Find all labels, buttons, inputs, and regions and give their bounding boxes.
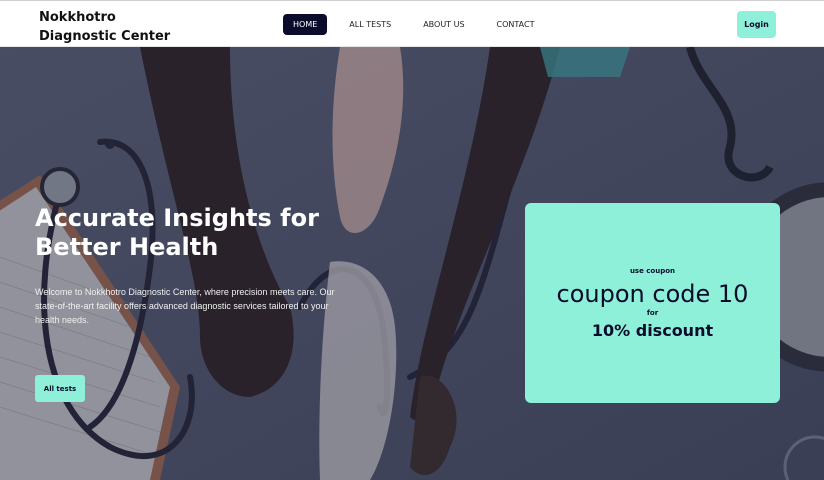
nav-about-us[interactable]: ABOUT US bbox=[413, 14, 474, 35]
hero-section: Accurate Insights for Better Health Welc… bbox=[0, 47, 824, 480]
navbar: Nokkhotro Diagnostic Center HOME ALL TES… bbox=[0, 0, 824, 47]
coupon-discount-text: 10% discount bbox=[591, 321, 714, 340]
brand-logo-text[interactable]: Nokkhotro Diagnostic Center bbox=[39, 8, 199, 46]
brand-line-1: Nokkhotro bbox=[39, 10, 116, 25]
login-button[interactable]: Login bbox=[737, 11, 776, 38]
all-tests-button[interactable]: All tests bbox=[35, 375, 85, 402]
coupon-for-label: for bbox=[646, 309, 659, 317]
nav-links: HOME ALL TESTS ABOUT US CONTACT bbox=[283, 14, 556, 35]
hero-title: Accurate Insights for Better Health bbox=[35, 204, 319, 261]
nav-all-tests[interactable]: ALL TESTS bbox=[339, 14, 401, 35]
nav-contact[interactable]: CONTACT bbox=[487, 14, 545, 35]
nav-home[interactable]: HOME bbox=[283, 14, 328, 35]
coupon-use-label: use coupon bbox=[629, 267, 676, 275]
brand-line-2: Diagnostic Center bbox=[39, 29, 171, 44]
coupon-code-text: coupon code 10 bbox=[556, 280, 749, 308]
hero-description: Welcome to Nokkhotro Diagnostic Center, … bbox=[35, 287, 335, 325]
coupon-card: use coupon coupon code 10 for 10% discou… bbox=[525, 203, 780, 403]
